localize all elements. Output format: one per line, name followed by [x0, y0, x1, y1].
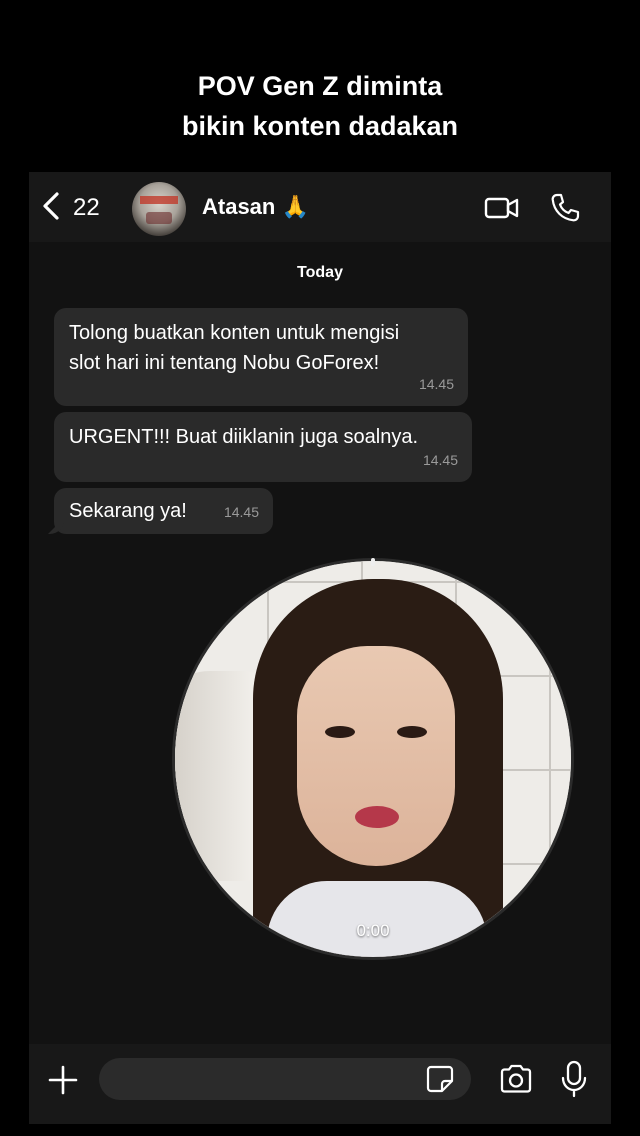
unread-count: 22 — [73, 194, 100, 221]
chat-header: 22 Atasan 🙏 — [29, 172, 611, 242]
message-composer — [29, 1044, 611, 1124]
chevron-left-icon — [39, 190, 63, 227]
video-camera-icon[interactable] — [484, 194, 520, 222]
message-text: slot hari ini tentang Nobu GoForex! — [69, 352, 380, 374]
avatar[interactable] — [132, 182, 186, 236]
person-face — [297, 646, 455, 866]
message-bubble[interactable]: Sekarang ya! 14.45 — [54, 488, 273, 534]
microphone-icon[interactable] — [559, 1060, 589, 1098]
background-toilet — [175, 671, 265, 881]
message-time: 14.45 — [422, 452, 458, 468]
message-bubble[interactable]: Tolong buatkan konten untuk mengisi slot… — [54, 308, 468, 406]
camera-icon[interactable] — [498, 1062, 534, 1096]
message-text: URGENT!!! Buat diiklanin juga soalnya. — [69, 426, 419, 448]
day-divider: Today — [297, 264, 343, 281]
message-bubble[interactable]: URGENT!!! Buat diiklanin juga soalnya. 1… — [54, 412, 472, 482]
person-shirt — [267, 881, 487, 957]
caption-line-1: POV Gen Z diminta — [197, 71, 443, 101]
video-caption: POV Gen Z diminta bikin konten dadakan — [0, 66, 640, 146]
chat-screen: 22 Atasan 🙏 Today Tolong buatkan konten … — [29, 172, 611, 1124]
back-button[interactable]: 22 — [39, 188, 119, 228]
message-input[interactable] — [99, 1058, 471, 1100]
message-time: 14.45 — [223, 504, 259, 520]
video-duration: 0:00 — [356, 921, 390, 940]
sticker-icon[interactable] — [425, 1064, 455, 1094]
caption-line-2: bikin konten dadakan — [181, 111, 459, 141]
contact-name[interactable]: Atasan 🙏 — [202, 194, 309, 220]
video-message[interactable]: 0:00 — [175, 561, 571, 957]
message-time: 14.45 — [418, 376, 454, 392]
message-text: Tolong buatkan konten untuk mengisi — [69, 322, 400, 344]
plus-icon[interactable] — [45, 1062, 81, 1098]
phone-icon[interactable] — [549, 192, 581, 224]
video-progress-marker — [371, 558, 375, 566]
